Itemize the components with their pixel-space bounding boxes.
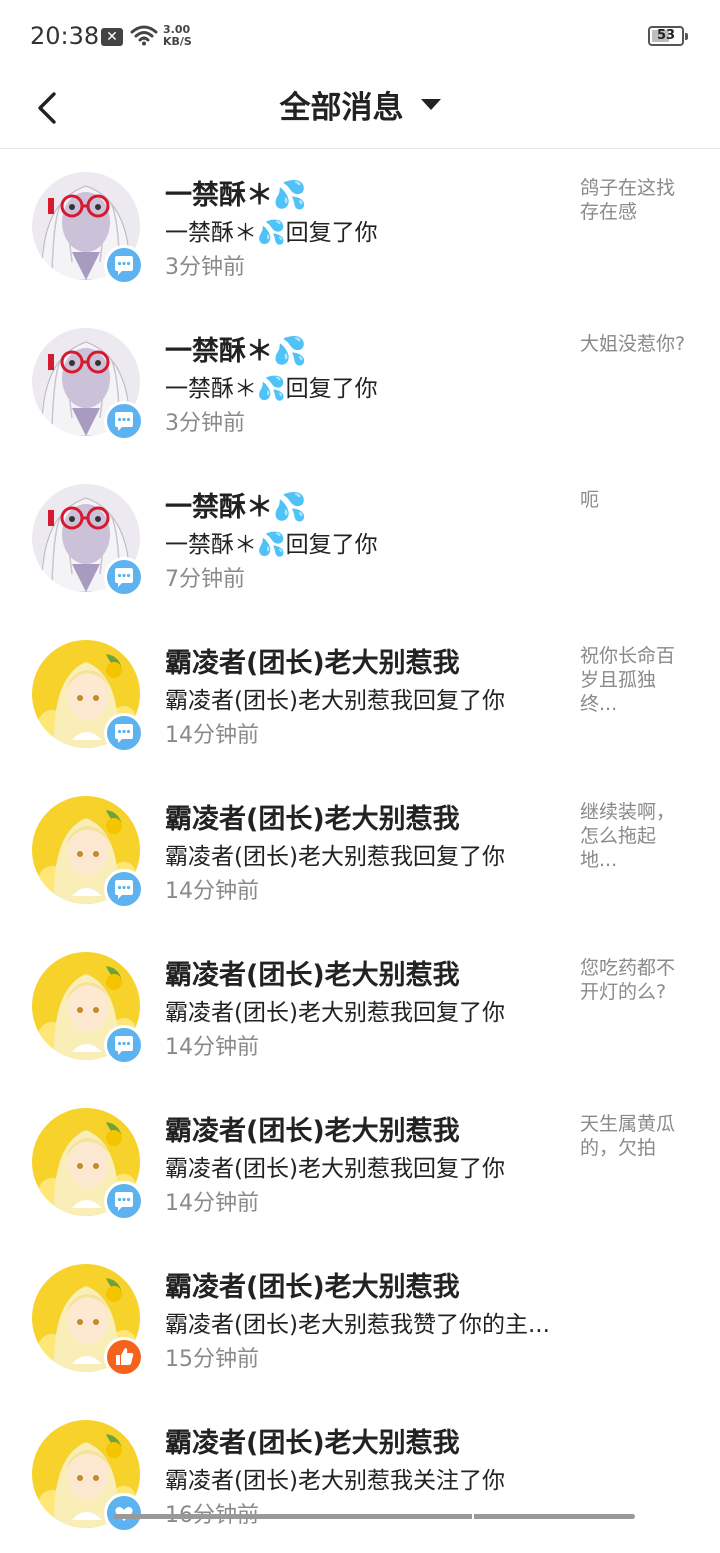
message-time: 3分钟前 <box>165 411 245 436</box>
sender-name[interactable]: 一禁酥＊💦 <box>165 485 307 524</box>
wifi-icon <box>130 24 158 50</box>
message-time: 14分钟前 <box>165 1191 259 1216</box>
message-time: 16分钟前 <box>165 1497 259 1529</box>
message-item[interactable]: 霸凌者(团长)老大别惹我霸凌者(团长)老大别惹我回复了你 14分钟前 您吃药都不开灯… <box>0 929 720 1085</box>
heart-icon <box>104 1493 144 1533</box>
message-time: 15分钟前 <box>165 1347 259 1372</box>
message-description: 一禁酥＊💦回复了你 <box>165 532 378 558</box>
caret-down-icon[interactable] <box>420 99 441 110</box>
scroll-indicator <box>113 1514 635 1519</box>
message-item[interactable]: 霸凌者(团长)老大别惹我霸凌者(团长)老大别惹我回复了你 14分钟前 继续装啊，怎么… <box>0 773 720 929</box>
message-preview: 大姐没惹你? <box>580 333 686 355</box>
message-time: 3分钟前 <box>165 255 245 280</box>
message-preview: 继续装啊，怎么拖起地... <box>580 801 676 871</box>
status-time: 20:38 <box>30 22 100 50</box>
message-preview: 天生属黄瓜的，欠拍 <box>580 1113 676 1159</box>
reply-bubble-icon <box>104 401 144 441</box>
message-list: 一禁酥＊💦 一禁酥＊💦回复了你 3分钟前 鸽子在这找存在感 一禁酥＊💦 一禁酥＊💦回复了你… <box>0 149 720 1553</box>
net-speed-unit: KB/S <box>163 35 192 48</box>
sender-name[interactable]: 霸凌者(团长)老大别惹我 <box>165 641 460 680</box>
reply-bubble-icon <box>104 713 144 753</box>
message-description: 霸凌者(团长)老大别惹我回复了你 <box>165 688 505 714</box>
message-description: 一禁酥＊💦回复了你 <box>165 376 378 402</box>
sender-name[interactable]: 霸凌者(团长)老大别惹我 <box>165 1109 460 1148</box>
top-navigation-bar: 全部消息 <box>0 72 720 149</box>
reply-bubble-icon <box>104 245 144 285</box>
message-description: 一禁酥＊💦回复了你 <box>165 220 378 246</box>
message-time: 14分钟前 <box>165 1035 259 1060</box>
message-time: 7分钟前 <box>165 567 245 592</box>
message-description: 霸凌者(团长)老大别惹我回复了你 <box>165 844 505 870</box>
battery-icon: 53 <box>648 26 688 46</box>
sender-name[interactable]: 霸凌者(团长)老大别惹我 <box>165 1265 460 1304</box>
message-preview: 鸽子在这找存在感 <box>580 177 676 223</box>
net-speed: 3.00 KB/S <box>163 24 192 48</box>
message-description: 霸凌者(团长)老大别惹我回复了你 <box>165 1000 505 1026</box>
status-bar: 20:38 ✕ 3.00 KB/S 53 <box>0 0 720 72</box>
x-close-notification-icon: ✕ <box>101 28 123 46</box>
message-preview: 您吃药都不开灯的么? <box>580 957 676 1003</box>
message-description: 霸凌者(团长)老大别惹我关注了你 <box>165 1468 505 1494</box>
sender-name[interactable]: 霸凌者(团长)老大别惹我 <box>165 953 460 992</box>
message-item[interactable]: 一禁酥＊💦 一禁酥＊💦回复了你 7分钟前 呃 <box>0 461 720 617</box>
reply-bubble-icon <box>104 1025 144 1065</box>
reply-bubble-icon <box>104 557 144 597</box>
message-description: 霸凌者(团长)老大别惹我赞了你的主... <box>165 1312 550 1338</box>
message-time: 14分钟前 <box>165 723 259 748</box>
message-description: 霸凌者(团长)老大别惹我回复了你 <box>165 1156 505 1182</box>
thumbs-up-icon <box>104 1337 144 1377</box>
message-time: 14分钟前 <box>165 879 259 904</box>
message-item[interactable]: 霸凌者(团长)老大别惹我霸凌者(团长)老大别惹我赞了你的主... 15分钟前 <box>0 1241 720 1397</box>
message-item[interactable]: 霸凌者(团长)老大别惹我霸凌者(团长)老大别惹我关注了你 16分钟前 <box>0 1397 720 1553</box>
message-item[interactable]: 一禁酥＊💦 一禁酥＊💦回复了你 3分钟前 大姐没惹你? <box>0 305 720 461</box>
sender-name[interactable]: 霸凌者(团长)老大别惹我 <box>165 797 460 836</box>
page-title[interactable]: 全部消息 <box>279 82 403 127</box>
reply-bubble-icon <box>104 1181 144 1221</box>
message-preview: 呃 <box>580 489 600 511</box>
battery-level: 53 <box>656 28 676 43</box>
sender-name[interactable]: 一禁酥＊💦 <box>165 173 307 212</box>
message-item[interactable]: 一禁酥＊💦 一禁酥＊💦回复了你 3分钟前 鸽子在这找存在感 <box>0 149 720 305</box>
sender-name[interactable]: 霸凌者(团长)老大别惹我 <box>165 1421 460 1460</box>
message-item[interactable]: 霸凌者(团长)老大别惹我霸凌者(团长)老大别惹我回复了你 14分钟前 祝你长命百岁且… <box>0 617 720 773</box>
sender-name[interactable]: 一禁酥＊💦 <box>165 329 307 368</box>
reply-bubble-icon <box>104 869 144 909</box>
message-preview: 祝你长命百岁且孤独终... <box>580 645 676 715</box>
message-item[interactable]: 霸凌者(团长)老大别惹我霸凌者(团长)老大别惹我回复了你 14分钟前 天生属黄瓜的，… <box>0 1085 720 1241</box>
